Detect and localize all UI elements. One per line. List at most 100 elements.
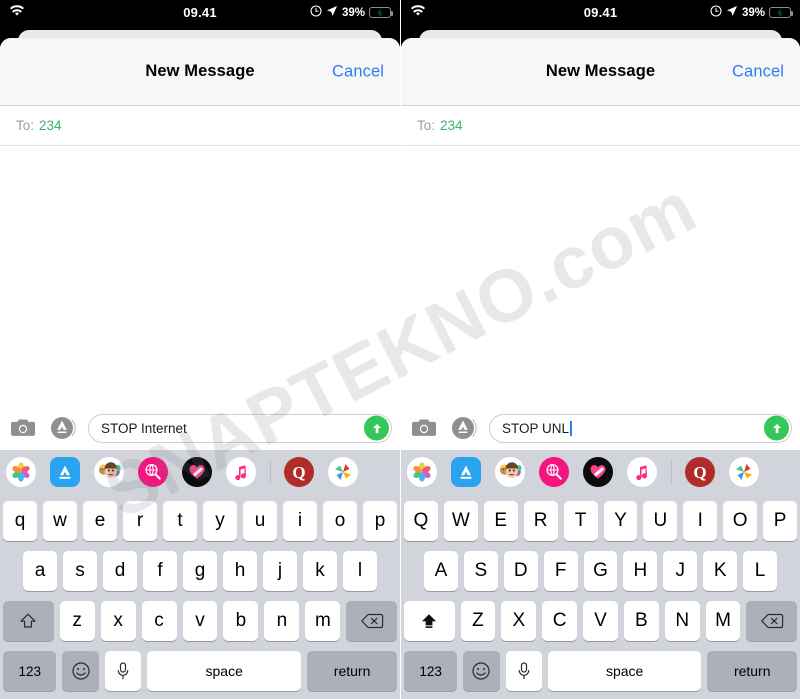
memoji-icon[interactable]	[495, 456, 525, 487]
digital-touch-icon[interactable]	[182, 456, 212, 487]
key-x[interactable]: x	[100, 601, 136, 641]
key-e[interactable]: e	[83, 501, 117, 541]
key-b[interactable]: B	[623, 601, 659, 641]
key-h[interactable]: H	[623, 551, 658, 591]
camera-icon[interactable]	[409, 413, 439, 443]
key-s[interactable]: s	[63, 551, 97, 591]
shift-key[interactable]	[3, 601, 54, 641]
key-m[interactable]: M	[705, 601, 741, 641]
key-v[interactable]: v	[182, 601, 218, 641]
message-input-field[interactable]: STOP Internet	[88, 413, 392, 443]
dual-screenshot-stage: 09.41 39% New Message Cancel To: 234 STO…	[0, 0, 800, 699]
space-key[interactable]: space	[147, 651, 302, 691]
photos-icon[interactable]	[6, 456, 36, 487]
key-u[interactable]: U	[643, 501, 678, 541]
key-a[interactable]: A	[424, 551, 458, 591]
key-j[interactable]: j	[263, 551, 297, 591]
photos-icon[interactable]	[407, 456, 437, 487]
key-y[interactable]: y	[203, 501, 237, 541]
pinwheel-icon[interactable]	[729, 456, 759, 487]
app-store-icon[interactable]	[48, 413, 78, 443]
alarm-icon	[310, 5, 322, 20]
recipient-field[interactable]: To: 234	[0, 106, 400, 146]
dictation-key[interactable]	[104, 651, 142, 691]
key-w[interactable]: w	[43, 501, 77, 541]
memoji-icon[interactable]	[94, 456, 124, 487]
keyboard-row-3: ZXCVBNM	[404, 601, 797, 641]
key-i[interactable]: I	[683, 501, 718, 541]
key-p[interactable]: P	[763, 501, 798, 541]
send-button[interactable]	[364, 415, 389, 441]
app-store-icon[interactable]	[451, 456, 481, 487]
numeric-key[interactable]: 123	[404, 651, 458, 691]
status-right-group: 39%	[310, 5, 394, 20]
key-b[interactable]: b	[223, 601, 259, 641]
message-input-field[interactable]: STOP UNL	[489, 413, 792, 443]
numeric-key[interactable]: 123	[3, 651, 57, 691]
key-g[interactable]: G	[583, 551, 618, 591]
app-store-icon[interactable]	[449, 413, 479, 443]
backspace-key[interactable]	[746, 601, 797, 641]
key-z[interactable]: Z	[460, 601, 496, 641]
camera-icon[interactable]	[8, 413, 38, 443]
emoji-key[interactable]	[463, 651, 500, 691]
key-d[interactable]: d	[103, 551, 137, 591]
key-e[interactable]: E	[483, 501, 518, 541]
key-q[interactable]: Q	[403, 501, 438, 541]
key-r[interactable]: R	[523, 501, 558, 541]
key-i[interactable]: i	[283, 501, 317, 541]
shift-key[interactable]	[404, 601, 455, 641]
new-message-sheet: New Message Cancel To: 234 STOP UNL Q Q …	[401, 38, 800, 699]
key-l[interactable]: l	[343, 551, 377, 591]
key-n[interactable]: N	[664, 601, 700, 641]
key-t[interactable]: t	[163, 501, 197, 541]
send-button[interactable]	[764, 415, 789, 441]
apple-music-icon[interactable]	[627, 456, 657, 487]
space-key[interactable]: space	[547, 651, 702, 691]
wifi-icon	[410, 4, 426, 22]
key-t[interactable]: T	[563, 501, 598, 541]
cancel-button[interactable]: Cancel	[332, 62, 384, 81]
key-o[interactable]: O	[723, 501, 758, 541]
return-key[interactable]: return	[707, 651, 798, 691]
key-x[interactable]: X	[501, 601, 537, 641]
key-s[interactable]: S	[463, 551, 498, 591]
dictation-key[interactable]	[505, 651, 542, 691]
key-h[interactable]: h	[223, 551, 257, 591]
digital-touch-icon[interactable]	[583, 456, 613, 487]
image-search-icon[interactable]	[539, 456, 569, 487]
key-p[interactable]: p	[363, 501, 397, 541]
recipient-field[interactable]: To: 234	[401, 106, 800, 146]
quora-icon[interactable]: Q	[284, 456, 314, 487]
key-c[interactable]: c	[141, 601, 177, 641]
key-g[interactable]: g	[183, 551, 217, 591]
key-v[interactable]: V	[583, 601, 618, 641]
key-f[interactable]: f	[143, 551, 177, 591]
key-f[interactable]: F	[543, 551, 578, 591]
apple-music-icon[interactable]	[226, 456, 256, 487]
emoji-key[interactable]	[62, 651, 99, 691]
return-key[interactable]: return	[307, 651, 397, 691]
key-u[interactable]: u	[243, 501, 277, 541]
key-j[interactable]: J	[663, 551, 698, 591]
key-z[interactable]: z	[59, 601, 95, 641]
app-store-icon[interactable]	[50, 456, 80, 487]
key-c[interactable]: C	[542, 601, 578, 641]
key-d[interactable]: D	[503, 551, 538, 591]
key-w[interactable]: W	[443, 501, 478, 541]
key-o[interactable]: o	[323, 501, 357, 541]
key-l[interactable]: L	[743, 551, 778, 591]
key-y[interactable]: Y	[603, 501, 638, 541]
key-n[interactable]: n	[264, 601, 300, 641]
image-search-icon[interactable]	[138, 456, 168, 487]
key-k[interactable]: K	[703, 551, 738, 591]
quora-icon[interactable]: Q	[685, 456, 715, 487]
key-q[interactable]: q	[3, 501, 37, 541]
key-m[interactable]: m	[305, 601, 341, 641]
pinwheel-icon[interactable]	[328, 456, 358, 487]
cancel-button[interactable]: Cancel	[732, 62, 784, 81]
backspace-key[interactable]	[346, 601, 398, 641]
key-r[interactable]: r	[123, 501, 157, 541]
key-a[interactable]: a	[23, 551, 57, 591]
key-k[interactable]: k	[303, 551, 337, 591]
